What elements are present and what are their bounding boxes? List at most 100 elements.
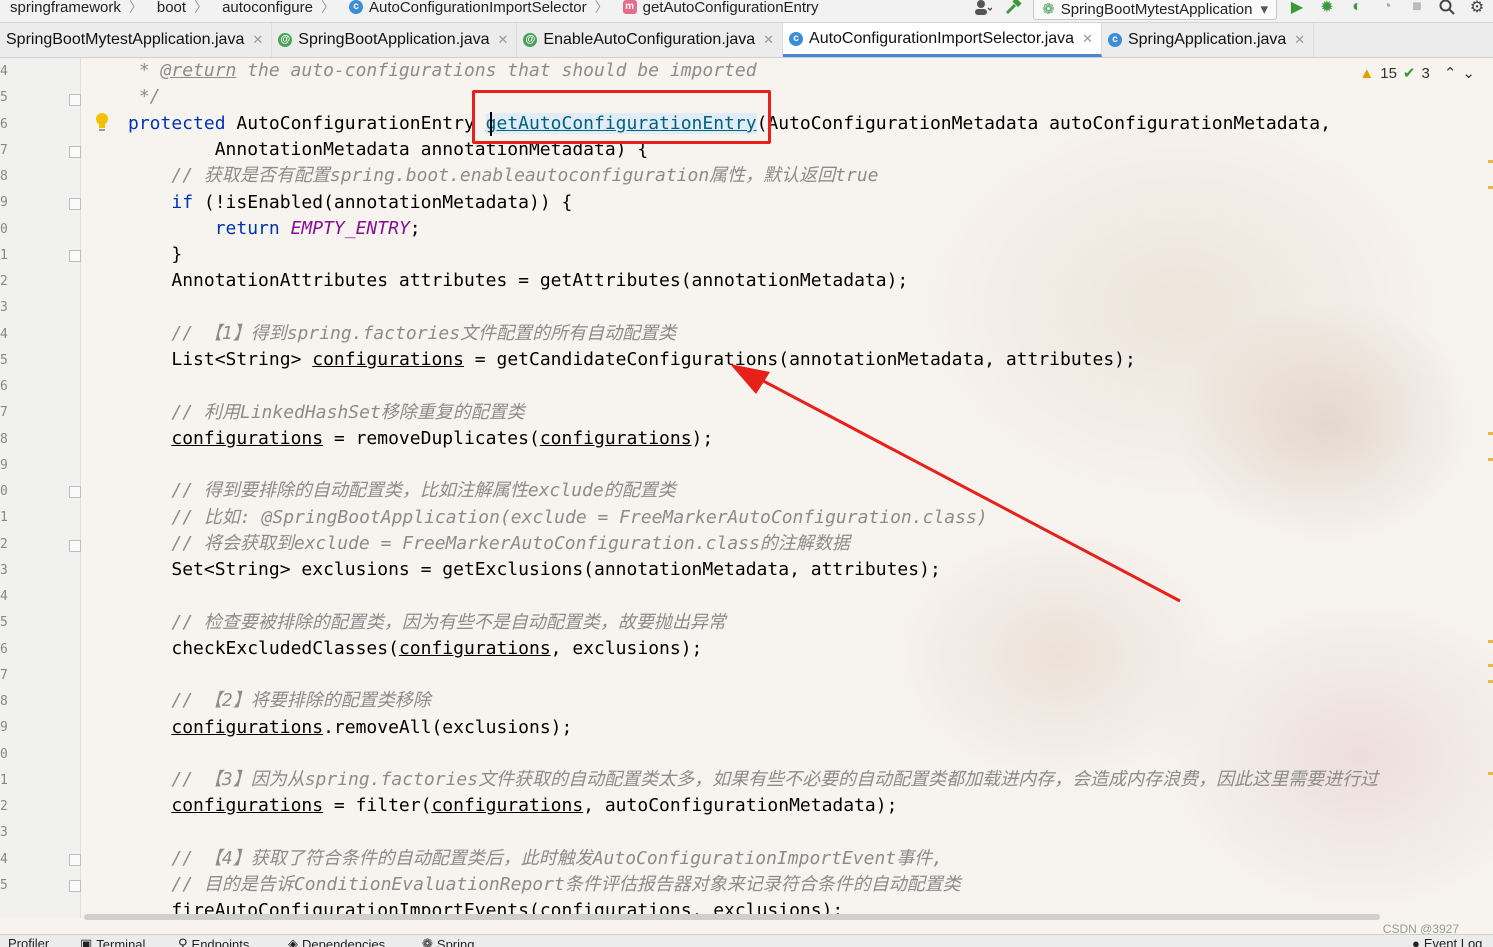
line-number: 6 bbox=[0, 379, 8, 394]
fold-marker-icon[interactable] bbox=[69, 146, 81, 158]
tool-label: Event Log bbox=[1424, 936, 1483, 947]
breadcrumb-item[interactable]: c AutoConfigurationImportSelector 〉 bbox=[339, 0, 613, 18]
class-icon: c bbox=[349, 0, 363, 14]
run-config-label: SpringBootMytestApplication bbox=[1061, 1, 1253, 18]
line-number: 7 bbox=[0, 405, 8, 420]
fold-marker-icon[interactable] bbox=[69, 854, 81, 866]
line-number: 4 bbox=[0, 327, 8, 342]
scroll-marker[interactable] bbox=[1488, 432, 1493, 435]
comment-text: // 【1】得到spring.factories文件配置的所有自动配置类 bbox=[171, 323, 676, 344]
editor-tab[interactable]: @ EnableAutoConfiguration.java ✕ bbox=[517, 23, 783, 57]
fold-marker-icon[interactable] bbox=[69, 94, 81, 106]
editor-tab[interactable]: SpringBootMytestApplication.java ✕ bbox=[0, 23, 272, 57]
chevron-down-icon: ▾ bbox=[1260, 0, 1268, 18]
chevron-right-icon: 〉 bbox=[129, 0, 143, 17]
breadcrumb-label: getAutoConfigurationEntry bbox=[643, 0, 819, 16]
code-line: // 得到要排除的自动配置类，比如注解属性exclude的配置类 bbox=[128, 478, 676, 504]
lightbulb-intention-icon[interactable] bbox=[94, 112, 110, 132]
class-icon: c bbox=[1108, 33, 1122, 47]
code-line: Set<String> exclusions = getExclusions(a… bbox=[128, 557, 941, 583]
code-line: checkExcludedClasses(configurations, exc… bbox=[128, 636, 702, 662]
fold-marker-icon[interactable] bbox=[69, 540, 81, 552]
profile-icon[interactable]: ◔ bbox=[1377, 0, 1397, 16]
variable: configurations bbox=[171, 717, 323, 738]
breadcrumb-item[interactable]: springframework 〉 bbox=[0, 0, 147, 18]
scroll-marker[interactable] bbox=[1488, 772, 1493, 775]
fold-marker-icon[interactable] bbox=[69, 198, 81, 210]
run-icon[interactable]: ▶ bbox=[1287, 0, 1307, 16]
line-number: 8 bbox=[0, 169, 8, 184]
comment-text: // 获取是否有配置spring.boot.enableautoconfigur… bbox=[171, 165, 878, 186]
javadoc-tag: @return bbox=[161, 60, 237, 81]
tab-label: EnableAutoConfiguration.java bbox=[543, 31, 755, 49]
fold-marker-icon[interactable] bbox=[69, 250, 81, 262]
tool-profiler[interactable]: Profiler bbox=[8, 936, 49, 947]
close-icon[interactable]: ✕ bbox=[252, 32, 263, 48]
line-number: 0 bbox=[0, 747, 8, 762]
breadcrumb-label: AutoConfigurationImportSelector bbox=[369, 0, 587, 16]
horizontal-scrollbar[interactable] bbox=[84, 914, 1380, 920]
code-line: List<String> configurations = getCandida… bbox=[128, 347, 1136, 373]
code-text: = removeDuplicates( bbox=[323, 428, 540, 449]
inspection-widget[interactable]: ▲ 15 ✔ 3 ⌃ ⌄ bbox=[1359, 64, 1475, 82]
scroll-marker[interactable] bbox=[1488, 640, 1493, 643]
tool-window-bar: Profiler ▣Terminal ⚲Endpoints ◈Dependenc… bbox=[0, 934, 1493, 947]
run-configuration-selector[interactable]: ❁ SpringBootMytestApplication ▾ bbox=[1033, 0, 1277, 20]
tab-label: SpringBootMytestApplication.java bbox=[6, 31, 244, 49]
tool-dependencies[interactable]: ◈Dependencies bbox=[288, 936, 385, 947]
variable: configurations bbox=[312, 349, 464, 370]
scroll-marker[interactable] bbox=[1488, 160, 1493, 163]
variable: configurations bbox=[540, 428, 692, 449]
breadcrumb-item[interactable]: boot 〉 bbox=[147, 0, 212, 18]
line-number: 1 bbox=[0, 248, 8, 263]
chevron-up-icon[interactable]: ⌃ bbox=[1444, 64, 1457, 82]
chevron-right-icon: 〉 bbox=[321, 0, 335, 17]
tool-endpoints[interactable]: ⚲Endpoints bbox=[178, 936, 249, 947]
code-editor[interactable]: * @return the auto-configurations that s… bbox=[128, 58, 1483, 918]
scroll-marker[interactable] bbox=[1488, 458, 1493, 461]
line-number: 3 bbox=[0, 300, 8, 315]
line-number: 1 bbox=[0, 510, 8, 525]
comment-text: // 比如: @SpringBootApplication(exclude = … bbox=[171, 507, 987, 528]
line-number: 4 bbox=[0, 852, 8, 867]
code-line: // 比如: @SpringBootApplication(exclude = … bbox=[128, 505, 988, 531]
fold-marker-icon[interactable] bbox=[69, 486, 81, 498]
settings-gear-icon[interactable]: ⚙ bbox=[1467, 0, 1487, 16]
tool-terminal[interactable]: ▣Terminal bbox=[80, 936, 145, 947]
annotation-icon: @ bbox=[523, 33, 537, 47]
check-icon: ✔ bbox=[1403, 64, 1416, 82]
line-number: 9 bbox=[0, 458, 8, 473]
scroll-marker[interactable] bbox=[1488, 680, 1493, 683]
coverage-icon[interactable]: ◐ bbox=[1347, 0, 1367, 16]
breadcrumb-item[interactable]: m getAutoConfigurationEntry bbox=[613, 0, 823, 18]
chevron-down-icon[interactable]: ⌄ bbox=[1462, 64, 1475, 82]
editor-tab[interactable]: @ SpringBootApplication.java ✕ bbox=[272, 23, 517, 57]
code-text: Set<String> exclusions = getExclusions(a… bbox=[171, 559, 940, 580]
fold-marker-icon[interactable] bbox=[69, 880, 81, 892]
variable: configurations bbox=[399, 638, 551, 659]
keyword: protected bbox=[128, 113, 226, 134]
tool-spring[interactable]: ❁Spring bbox=[422, 936, 474, 947]
tool-event-log[interactable]: ●Event Log bbox=[1412, 936, 1482, 947]
chevron-right-icon: 〉 bbox=[194, 0, 208, 17]
editor-tab[interactable]: c SpringApplication.java ✕ bbox=[1102, 23, 1314, 57]
code-text: (!isEnabled(annotationMetadata)) { bbox=[193, 192, 572, 213]
scroll-marker[interactable] bbox=[1488, 186, 1493, 189]
editor-tab-active[interactable]: c AutoConfigurationImportSelector.java ✕ bbox=[783, 23, 1102, 57]
search-icon[interactable] bbox=[1437, 0, 1457, 16]
code-text: } bbox=[171, 244, 182, 265]
build-hammer-icon[interactable] bbox=[1003, 0, 1023, 16]
close-icon[interactable]: ✕ bbox=[498, 32, 509, 48]
breadcrumb-item[interactable]: autoconfigure 〉 bbox=[212, 0, 339, 18]
scroll-marker[interactable] bbox=[1488, 664, 1493, 667]
stop-icon[interactable]: ■ bbox=[1407, 0, 1427, 16]
debug-icon[interactable]: ✹ bbox=[1317, 0, 1337, 16]
terminal-icon: ▣ bbox=[80, 936, 92, 947]
close-icon[interactable]: ✕ bbox=[1082, 31, 1093, 47]
line-number: 1 bbox=[0, 773, 8, 788]
close-icon[interactable]: ✕ bbox=[1294, 32, 1305, 48]
warning-count: 15 bbox=[1380, 65, 1397, 82]
user-icon[interactable] bbox=[973, 0, 993, 16]
comment-text: // 将会获取到exclude = FreeMarkerAutoConfigur… bbox=[171, 533, 850, 554]
close-icon[interactable]: ✕ bbox=[763, 32, 774, 48]
